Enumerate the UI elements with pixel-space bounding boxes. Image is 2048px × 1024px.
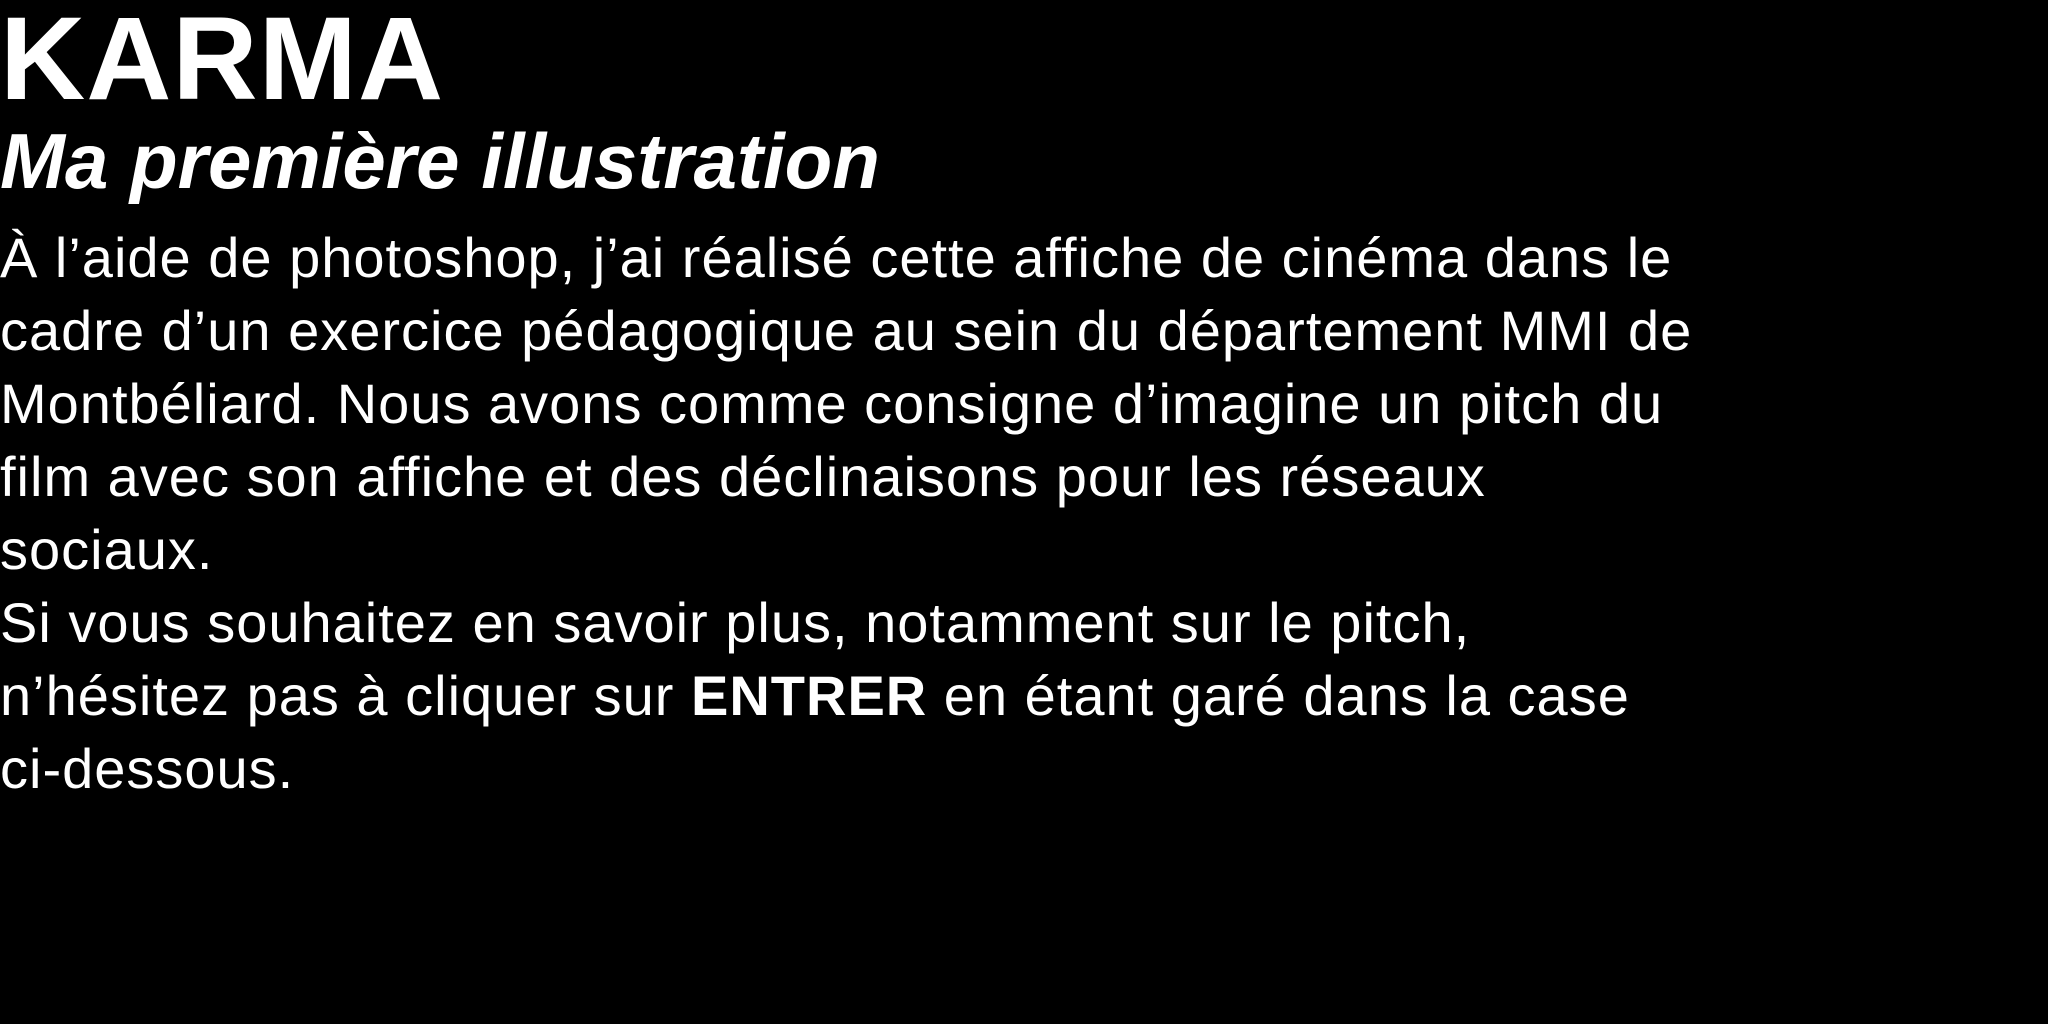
description-line: À l’aide de photoshop, j’ai réalisé cett… <box>0 226 1673 289</box>
info-text: en étant garé dans la case <box>927 664 1630 727</box>
enter-keyword: ENTRER <box>691 664 928 727</box>
info-line: n’hésitez pas à cliquer sur ENTRER en ét… <box>0 659 2040 732</box>
page: KARMA Ma première illustration À l’aide … <box>0 0 2048 1024</box>
info-line: Si vous souhaitez en savoir plus, notamm… <box>0 591 1471 654</box>
page-title: KARMA <box>0 0 445 125</box>
info-line: ci-dessous. <box>0 737 295 800</box>
description-line: cadre d’un exercice pédagogique au sein … <box>0 299 1693 362</box>
info-text: n’hésitez pas à cliquer sur <box>0 664 692 727</box>
description-text: À l’aide de photoshop, j’ai réalisé cett… <box>0 221 2040 805</box>
description-line: sociaux. <box>0 518 214 581</box>
description-line: Montbéliard. Nous avons comme consigne d… <box>0 372 1664 435</box>
description-line: film avec son affiche et des déclinaison… <box>0 445 1486 508</box>
page-subtitle: Ma première illustration <box>0 117 880 205</box>
